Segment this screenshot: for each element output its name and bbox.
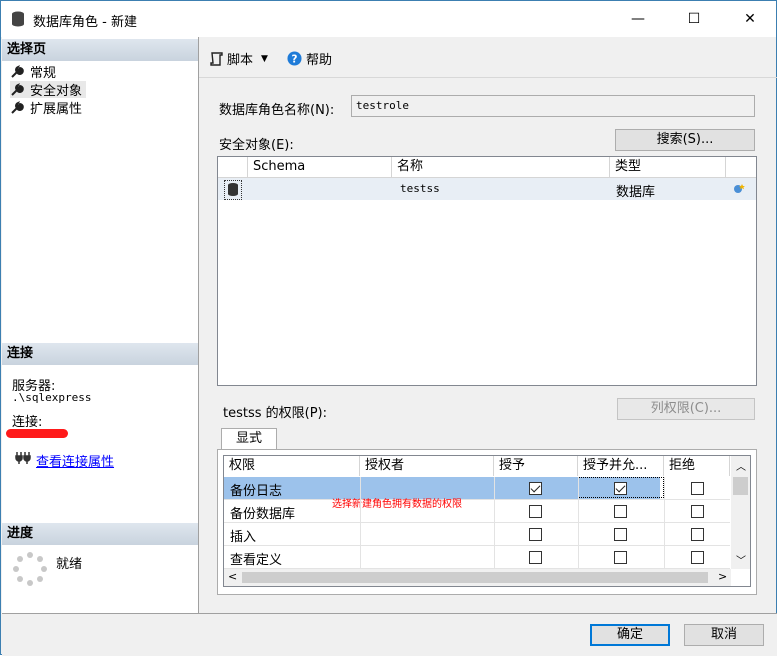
page-item-label: 扩展属性: [30, 102, 83, 117]
with-grant-checkbox[interactable]: [614, 505, 627, 518]
tab-explicit[interactable]: 显式: [221, 428, 277, 450]
scrollbar-thumb[interactable]: [242, 572, 708, 583]
script-icon: [210, 51, 223, 66]
connection-properties-icon: [15, 452, 31, 464]
column-header-icon: [218, 157, 248, 177]
view-connection-properties-link[interactable]: 查看连接属性: [36, 451, 114, 470]
deny-checkbox[interactable]: [691, 482, 704, 495]
role-name-field[interactable]: testrole: [351, 95, 755, 117]
progress-header: 进度: [2, 523, 198, 545]
grid-line: [360, 477, 361, 569]
main-panel: 脚本 ▼ ? 帮助 数据库角色名称(N): testrole 安全对象(E): …: [199, 37, 777, 613]
column-header-name[interactable]: 名称: [392, 157, 610, 177]
dialog-window: 数据库角色 - 新建 — ☐ ✕ 选择页 常规 安全对象 扩展属性 连接 服务器…: [0, 0, 777, 656]
table-row[interactable]: 插入: [224, 523, 730, 546]
column-header-grant[interactable]: 授予: [494, 456, 578, 476]
script-label: 脚本: [227, 53, 254, 68]
grid-line: [664, 477, 665, 569]
grid-header: Schema 名称 类型: [218, 157, 756, 178]
title-bar: 数据库角色 - 新建 — ☐ ✕: [1, 1, 776, 37]
minimize-button[interactable]: —: [615, 1, 661, 37]
page-item-general[interactable]: 常规: [10, 63, 57, 81]
help-label: 帮助: [306, 53, 333, 68]
grid-line: [578, 477, 579, 569]
cell-permission: 查看定义: [230, 553, 283, 568]
scroll-down-icon[interactable]: ﹀: [736, 552, 746, 567]
connection-header: 连接: [2, 343, 198, 365]
column-header-permission[interactable]: 权限: [224, 456, 360, 476]
page-item-extended-properties[interactable]: 扩展属性: [10, 99, 83, 117]
cell-name: testss: [400, 182, 440, 195]
button-bar: 确定 取消: [2, 613, 777, 656]
search-button[interactable]: 搜索(S)...: [615, 129, 755, 151]
table-row[interactable]: testss 数据库: [218, 178, 756, 200]
grant-checkbox[interactable]: [529, 505, 542, 518]
table-row[interactable]: 备份日志 选择新建角色拥有数据的权限: [224, 477, 730, 510]
window-title: 数据库角色 - 新建: [33, 15, 137, 30]
page-item-label: 安全对象: [30, 84, 83, 99]
cell-permission: 备份日志: [230, 484, 283, 499]
permissions-grid: 权限 授权者 授予 授予并允... 拒绝 备份日志 选择新建角色拥有数据的权限: [223, 455, 751, 587]
permissions-tab-panel: 权限 授权者 授予 授予并允... 拒绝 备份日志 选择新建角色拥有数据的权限: [217, 449, 757, 595]
redaction-mark: [6, 429, 68, 438]
with-grant-checkbox[interactable]: [614, 482, 627, 495]
deny-checkbox[interactable]: [691, 505, 704, 518]
help-button[interactable]: ? 帮助: [287, 49, 332, 68]
spinner-icon: [13, 552, 47, 586]
effective-permissions-icon[interactable]: [732, 181, 748, 197]
vertical-scrollbar[interactable]: ︿ ﹀: [731, 456, 750, 569]
maximize-button[interactable]: ☐: [671, 1, 717, 37]
column-header-deny[interactable]: 拒绝: [664, 456, 730, 476]
column-header-schema[interactable]: Schema: [248, 157, 392, 177]
cell-permission: 插入: [230, 530, 257, 545]
wrench-icon: [11, 64, 24, 78]
column-header-with-grant[interactable]: 授予并允...: [578, 456, 664, 476]
horizontal-scrollbar[interactable]: < >: [224, 569, 731, 586]
progress-status: 就绪: [56, 557, 83, 572]
page-item-securables[interactable]: 安全对象: [10, 81, 87, 99]
cell-type: 数据库: [616, 185, 656, 200]
with-grant-checkbox[interactable]: [614, 528, 627, 541]
deny-checkbox[interactable]: [691, 551, 704, 564]
cancel-button[interactable]: 取消: [684, 624, 764, 646]
table-row[interactable]: 查看定义: [224, 546, 730, 569]
left-panel: 选择页 常规 安全对象 扩展属性 连接 服务器: .\sqlexpress 连接…: [2, 37, 199, 613]
column-header-grantor[interactable]: 授权者: [360, 456, 494, 476]
table-row[interactable]: 备份数据库: [224, 500, 730, 523]
connection-label: 连接:: [12, 415, 43, 430]
role-name-label: 数据库角色名称(N):: [219, 103, 335, 118]
server-value: .\sqlexpress: [12, 391, 92, 404]
close-button[interactable]: ✕: [727, 1, 773, 37]
scrollbar-thumb[interactable]: [733, 477, 748, 495]
page-item-label: 常规: [30, 66, 57, 81]
securables-grid: Schema 名称 类型 testss 数据库: [217, 156, 757, 386]
wrench-icon: [11, 82, 24, 96]
help-icon: ?: [287, 51, 302, 66]
ok-button[interactable]: 确定: [590, 624, 670, 646]
grant-checkbox[interactable]: [529, 551, 542, 564]
database-icon: [12, 11, 24, 27]
dropdown-arrow-icon: ▼: [261, 53, 268, 64]
permissions-label: testss 的权限(P):: [223, 406, 328, 421]
wrench-icon: [11, 100, 24, 114]
database-icon: [224, 180, 242, 200]
column-header-type[interactable]: 类型: [610, 157, 726, 177]
grant-checkbox[interactable]: [529, 482, 542, 495]
scroll-right-icon[interactable]: >: [718, 570, 727, 583]
with-grant-checkbox[interactable]: [614, 551, 627, 564]
select-page-header: 选择页: [2, 39, 198, 61]
column-permissions-button[interactable]: 列权限(C)...: [617, 398, 755, 420]
securables-label: 安全对象(E):: [219, 138, 294, 153]
cell-permission: 备份数据库: [230, 507, 296, 522]
grant-checkbox[interactable]: [529, 528, 542, 541]
script-button[interactable]: 脚本 ▼: [209, 49, 268, 68]
svg-text:?: ?: [292, 53, 298, 65]
deny-checkbox[interactable]: [691, 528, 704, 541]
grid-line: [494, 477, 495, 569]
toolbar: 脚本 ▼ ? 帮助: [199, 37, 777, 78]
scroll-left-icon[interactable]: <: [228, 570, 237, 583]
scroll-up-icon[interactable]: ︿: [736, 458, 746, 473]
